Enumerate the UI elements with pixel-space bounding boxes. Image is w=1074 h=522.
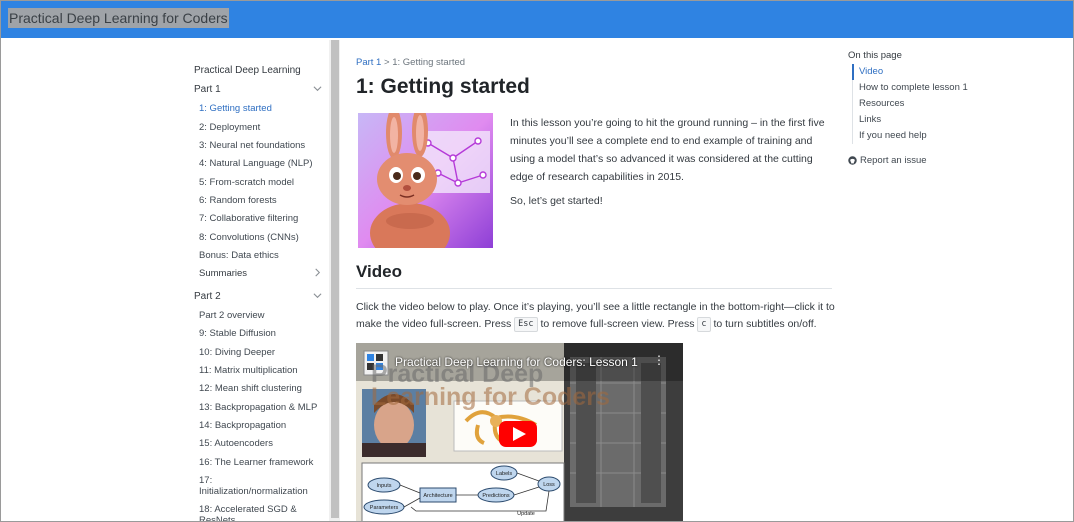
- report-issue-link[interactable]: Report an issue: [848, 155, 927, 166]
- sidebar-section-label: Part 1: [194, 84, 221, 95]
- diagram-parameters-label: Parameters: [370, 505, 399, 511]
- sidebar-scrollbar-thumb[interactable]: [331, 40, 339, 518]
- youtube-video-embed[interactable]: Inputs Parameters Architecture Predictio…: [356, 343, 683, 521]
- diagram-predictions-label: Predictions: [482, 493, 509, 499]
- toc-active-indicator: [852, 64, 854, 80]
- sidebar-item-initialization[interactable]: 17: Initialization/normalization: [199, 475, 317, 497]
- video-banner-text: Practical Deep Learning for Coders: [371, 362, 610, 411]
- sidebar-item-matrix-multiplication[interactable]: 11: Matrix multiplication: [199, 365, 329, 376]
- video-instructions: Click the video below to play. Once it’s…: [356, 299, 836, 332]
- chevron-down-icon[interactable]: [313, 84, 322, 95]
- sidebar-item-autoencoders[interactable]: 15: Autoencoders: [199, 438, 329, 449]
- intro-closing: So, let’s get started!: [510, 195, 603, 207]
- video-section-heading: Video: [356, 262, 402, 281]
- sidebar-item-diving-deeper[interactable]: 10: Diving Deeper: [199, 347, 329, 358]
- toc-title: On this page: [848, 50, 902, 61]
- video-title[interactable]: Practical Deep Learning for Coders: Less…: [395, 355, 638, 369]
- site-title-link[interactable]: Practical Deep Learning for Coders: [8, 8, 229, 28]
- heading-divider: [356, 288, 832, 289]
- sidebar-section-part1[interactable]: Part 1: [194, 84, 322, 95]
- bunny-illustration-image: [358, 113, 493, 248]
- sidebar-item-accelerated-sgd[interactable]: 18: Accelerated SGD & ResNets: [199, 504, 329, 521]
- chevron-right-icon[interactable]: [313, 268, 322, 279]
- instructions-text-3: to turn subtitles on/off.: [713, 317, 817, 330]
- diagram-labels-label: Labels: [496, 471, 512, 477]
- toc-item-resources[interactable]: Resources: [859, 98, 904, 109]
- breadcrumb-current: 1: Getting started: [392, 57, 466, 68]
- instructions-text-2: to remove full-screen view. Press: [540, 317, 695, 330]
- sidebar-item-learner-framework[interactable]: 16: The Learner framework: [199, 457, 329, 468]
- sidebar-item-deployment[interactable]: 2: Deployment: [199, 122, 329, 133]
- sidebar-item-random-forests[interactable]: 6: Random forests: [199, 195, 329, 206]
- chevron-down-icon[interactable]: [313, 291, 322, 302]
- report-issue-label: Report an issue: [860, 155, 927, 166]
- toc-item-video[interactable]: Video: [859, 66, 883, 77]
- diagram-inputs-label: Inputs: [377, 483, 392, 489]
- sidebar-item-mean-shift[interactable]: 12: Mean shift clustering: [199, 383, 329, 394]
- sidebar-item-getting-started[interactable]: 1: Getting started: [199, 103, 329, 114]
- breadcrumb-separator: >: [384, 57, 390, 68]
- more-vert-icon[interactable]: ⋮: [653, 353, 665, 367]
- sidebar-item-data-ethics[interactable]: Bonus: Data ethics: [199, 250, 329, 261]
- intro-paragraph: In this lesson you’re going to hit the g…: [510, 117, 825, 183]
- github-icon: [848, 155, 860, 166]
- sidebar-item-collaborative-filtering[interactable]: 7: Collaborative filtering: [199, 213, 329, 224]
- top-navbar: Practical Deep Learning for Coders: [1, 1, 1073, 38]
- sidebar: Practical Deep Learning Part 1 1: Gettin…: [187, 40, 340, 521]
- sidebar-item-from-scratch-model[interactable]: 5: From-scratch model: [199, 177, 329, 188]
- page-title: 1: Getting started: [356, 75, 530, 98]
- sidebar-item-stable-diffusion[interactable]: 9: Stable Diffusion: [199, 328, 329, 339]
- toc-item-help[interactable]: If you need help: [859, 130, 927, 141]
- diagram-loss-label: Loss: [543, 482, 555, 488]
- sidebar-section-label: Summaries: [199, 268, 248, 279]
- sidebar-root-link[interactable]: Practical Deep Learning: [194, 65, 301, 76]
- sidebar-item-backpropagation[interactable]: 14: Backpropagation: [199, 420, 329, 431]
- toc-item-how-to-complete[interactable]: How to complete lesson 1: [859, 82, 968, 93]
- diagram-architecture-label: Architecture: [423, 493, 452, 499]
- sidebar-item-part2-overview[interactable]: Part 2 overview: [199, 310, 329, 321]
- sidebar-section-label: Part 2: [194, 291, 221, 302]
- banner-line-2: Learning for Coders: [371, 383, 610, 411]
- kbd-c: c: [697, 316, 711, 332]
- sidebar-item-convolutions[interactable]: 8: Convolutions (CNNs): [199, 232, 329, 243]
- sidebar-section-summaries[interactable]: Summaries: [199, 268, 322, 279]
- diagram-update-label: Update: [517, 511, 535, 517]
- sidebar-item-neural-net-foundations[interactable]: 3: Neural net foundations: [199, 140, 329, 151]
- kbd-esc: Esc: [514, 316, 538, 332]
- toc-item-links[interactable]: Links: [859, 114, 881, 125]
- app-window: Practical Deep Learning for Coders Pract…: [0, 0, 1074, 522]
- sidebar-item-backprop-mlp[interactable]: 13: Backpropagation & MLP: [199, 402, 329, 413]
- sidebar-item-nlp[interactable]: 4: Natural Language (NLP): [199, 158, 329, 169]
- breadcrumb: Part 1 > 1: Getting started: [356, 57, 465, 68]
- breadcrumb-part-link[interactable]: Part 1: [356, 57, 381, 68]
- sidebar-section-part2[interactable]: Part 2: [194, 291, 322, 302]
